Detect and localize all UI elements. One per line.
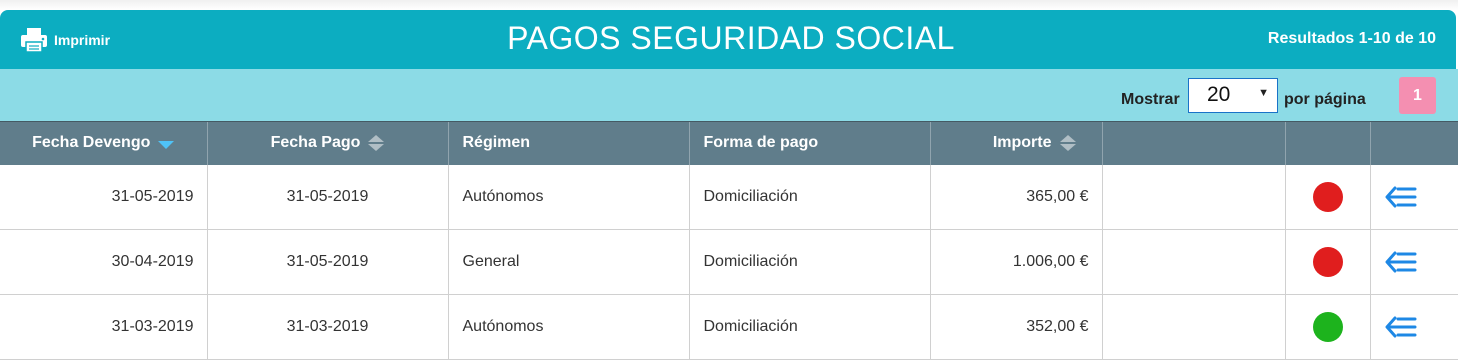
print-label: Imprimir: [54, 32, 111, 48]
table-row: 31-05-2019 31-05-2019 Autónomos Domicili…: [0, 164, 1458, 230]
payments-panel: Imprimir PAGOS SEGURIDAD SOCIAL Resultad…: [0, 10, 1458, 361]
cell-forma-pago: Domiciliación: [688, 294, 930, 360]
cell-fecha-pago: 31-05-2019: [206, 164, 448, 230]
cell-fecha-devengo: 31-05-2019: [0, 164, 207, 230]
cell-forma-pago: Domiciliación: [688, 229, 930, 295]
column-label: Fecha Pago: [270, 134, 361, 152]
table-row: 31-03-2019 31-03-2019 Autónomos Domicili…: [0, 294, 1458, 360]
column-label: Forma de pago: [703, 134, 819, 152]
page-title: PAGOS SEGURIDAD SOCIAL: [507, 20, 955, 56]
column-label: Importe: [992, 134, 1052, 152]
column-header-empty-1: [1101, 121, 1285, 165]
column-label: Régimen: [462, 134, 531, 152]
printer-icon: [20, 27, 48, 53]
cell-status: [1284, 164, 1370, 230]
cell-action: [1369, 229, 1458, 295]
per-page-select[interactable]: 20 ▼: [1188, 78, 1278, 113]
show-label: Mostrar: [1121, 91, 1180, 108]
cell-forma-pago: Domiciliación: [688, 164, 930, 230]
cell-action: [1369, 164, 1458, 230]
cell-importe: 365,00 €: [929, 164, 1102, 230]
sort-both-icon: [368, 134, 385, 152]
cell-fecha-devengo: 30-04-2019: [0, 229, 207, 295]
pagination-toolbar: Mostrar 20 ▼ por página 1: [0, 69, 1458, 121]
print-button[interactable]: Imprimir: [20, 26, 110, 54]
cell-status: [1284, 294, 1370, 360]
cell-action: [1369, 294, 1458, 360]
cell-fecha-pago: 31-03-2019: [206, 294, 448, 360]
column-header-status: [1284, 121, 1370, 165]
cell-importe: 1.006,00 €: [929, 229, 1102, 295]
cell-regimen: Autónomos: [447, 164, 689, 230]
status-dot-icon: [1312, 312, 1343, 342]
sort-both-icon: [1059, 134, 1076, 152]
cell-empty: [1101, 229, 1285, 295]
chevron-down-icon: ▼: [1258, 87, 1269, 99]
column-header-forma-pago[interactable]: Forma de pago: [688, 121, 930, 165]
column-header-fecha-devengo[interactable]: Fecha Devengo: [0, 121, 207, 165]
sort-desc-icon: [158, 140, 175, 149]
detail-arrow-icon[interactable]: [1385, 316, 1417, 338]
table-row: 30-04-2019 31-05-2019 General Domiciliac…: [0, 229, 1458, 295]
cell-empty: [1101, 164, 1285, 230]
cell-fecha-pago: 31-05-2019: [206, 229, 448, 295]
cell-regimen: Autónomos: [447, 294, 689, 360]
cell-regimen: General: [447, 229, 689, 295]
top-shadow: [0, 0, 1458, 10]
detail-arrow-icon[interactable]: [1385, 186, 1417, 208]
panel-header: Imprimir PAGOS SEGURIDAD SOCIAL Resultad…: [0, 10, 1456, 69]
detail-arrow-icon[interactable]: [1385, 251, 1417, 273]
per-page-suffix: por página: [1284, 91, 1366, 108]
status-dot-icon: [1312, 181, 1343, 212]
column-label: Fecha Devengo: [32, 134, 151, 152]
cell-importe: 352,00 €: [929, 294, 1102, 360]
payments-table: Fecha Devengo Fecha Pago Régimen Forma d…: [0, 121, 1458, 360]
column-header-fecha-pago[interactable]: Fecha Pago: [206, 121, 448, 165]
status-dot-icon: [1312, 247, 1343, 277]
per-page-value: 20: [1207, 83, 1231, 106]
cell-status: [1284, 229, 1370, 295]
cell-empty: [1101, 294, 1285, 360]
page-button-1[interactable]: 1: [1399, 77, 1436, 114]
results-count: Resultados 1-10 de 10: [1267, 30, 1436, 47]
table-header-row: Fecha Devengo Fecha Pago Régimen Forma d…: [0, 121, 1458, 165]
column-header-regimen[interactable]: Régimen: [447, 121, 689, 165]
column-header-importe[interactable]: Importe: [929, 121, 1102, 165]
cell-fecha-devengo: 31-03-2019: [0, 294, 207, 360]
column-header-action: [1369, 121, 1458, 165]
